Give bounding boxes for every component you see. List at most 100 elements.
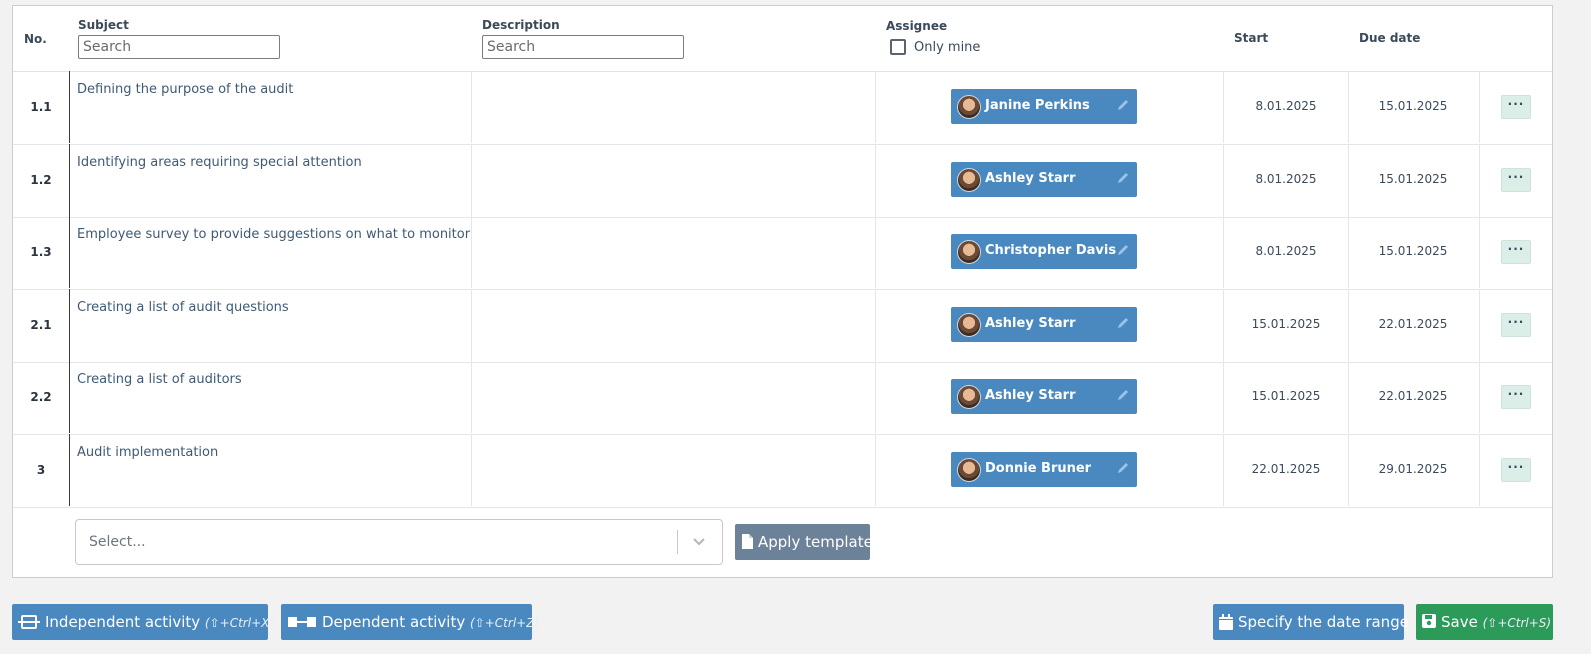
- row-due-date: 15.01.2025: [1378, 172, 1448, 186]
- row-subject[interactable]: Audit implementation: [77, 445, 218, 460]
- dependent-activity-label: Dependent activity: [322, 613, 466, 631]
- column-divider: [1223, 434, 1224, 506]
- dependent-activity-button[interactable]: Dependent activity (⇧+Ctrl+Z): [281, 604, 539, 640]
- row-due-date: 15.01.2025: [1378, 99, 1448, 113]
- table-row: 3 Audit implementation Donnie Bruner 22.01.…: [13, 434, 1552, 508]
- column-divider: [471, 361, 472, 433]
- column-start-header: Start: [1234, 31, 1269, 45]
- only-mine-checkbox[interactable]: [890, 39, 906, 55]
- row-subject[interactable]: Defining the purpose of the audit: [77, 82, 293, 97]
- column-divider: [1479, 216, 1480, 288]
- column-divider: [875, 216, 876, 288]
- column-subject-header: Subject: [78, 18, 129, 32]
- independent-activity-shortcut: (⇧+Ctrl+X): [204, 616, 275, 630]
- specify-date-range-button[interactable]: Specify the date range: [1213, 604, 1409, 640]
- column-divider: [1479, 289, 1480, 361]
- assignee-button[interactable]: Christopher Davis: [951, 234, 1137, 269]
- row-subject[interactable]: Creating a list of auditors: [77, 372, 242, 387]
- avatar: [957, 168, 981, 192]
- column-divider: [875, 289, 876, 361]
- specify-date-range-label: Specify the date range: [1238, 613, 1409, 631]
- save-button[interactable]: Save (⇧+Ctrl+S): [1416, 604, 1553, 640]
- row-start-date: 8.01.2025: [1255, 172, 1317, 186]
- file-icon: [742, 534, 753, 549]
- more-options-button[interactable]: ···: [1501, 168, 1531, 192]
- avatar: [957, 95, 981, 119]
- floppy-disk-icon: [1422, 614, 1436, 628]
- pencil-icon[interactable]: [1115, 387, 1131, 403]
- column-divider: [471, 216, 472, 288]
- table-row: 2.2 Creating a list of auditors Ashley Sta…: [13, 361, 1552, 435]
- apply-template-label: Apply template: [758, 533, 873, 551]
- assignee-button[interactable]: Ashley Starr: [951, 379, 1137, 414]
- column-divider: [1479, 144, 1480, 216]
- assignee-name: Donnie Bruner: [985, 461, 1092, 476]
- column-divider: [875, 71, 876, 143]
- pencil-icon[interactable]: [1115, 170, 1131, 186]
- table-row: 1.2 Identifying areas requiring special a…: [13, 144, 1552, 218]
- pencil-icon[interactable]: [1115, 460, 1131, 476]
- column-divider: [1223, 216, 1224, 288]
- more-options-button[interactable]: ···: [1501, 95, 1531, 119]
- assignee-name: Janine Perkins: [985, 98, 1090, 113]
- pencil-icon[interactable]: [1115, 97, 1131, 113]
- column-divider: [1348, 144, 1349, 216]
- column-divider: [875, 361, 876, 433]
- independent-activity-icon: [18, 615, 40, 629]
- row-subject[interactable]: Creating a list of audit questions: [77, 300, 289, 315]
- column-divider: [1223, 289, 1224, 361]
- table-row: 1.1 Defining the purpose of the audit Jani…: [13, 71, 1552, 145]
- apply-template-button[interactable]: Apply template: [735, 524, 873, 560]
- more-options-button[interactable]: ···: [1501, 458, 1531, 482]
- column-divider: [1348, 434, 1349, 506]
- table-row: 2.1 Creating a list of audit questions Ash…: [13, 289, 1552, 363]
- more-options-button[interactable]: ···: [1501, 313, 1531, 337]
- template-select-placeholder: Select...: [89, 534, 146, 550]
- pencil-icon[interactable]: [1115, 242, 1131, 258]
- avatar: [957, 240, 981, 264]
- description-search-input[interactable]: [482, 35, 684, 59]
- more-options-button[interactable]: ···: [1501, 240, 1531, 264]
- table-row: 1.3 Employee survey to provide suggestion…: [13, 216, 1552, 290]
- column-due-header: Due date: [1359, 31, 1421, 45]
- column-divider: [1348, 289, 1349, 361]
- select-separator: [677, 530, 678, 554]
- template-select[interactable]: Select...: [75, 519, 723, 565]
- subject-search-input[interactable]: [78, 35, 280, 59]
- column-divider: [471, 434, 472, 506]
- save-label: Save: [1441, 613, 1478, 631]
- assignee-button[interactable]: Ashley Starr: [951, 307, 1137, 342]
- assignee-button[interactable]: Janine Perkins: [951, 89, 1137, 124]
- avatar: [957, 458, 981, 482]
- column-divider: [1348, 71, 1349, 143]
- column-divider: [1479, 71, 1480, 143]
- row-subject[interactable]: Identifying areas requiring special atte…: [77, 155, 362, 170]
- only-mine-label: Only mine: [914, 40, 981, 55]
- pencil-icon[interactable]: [1115, 315, 1131, 331]
- row-due-date: 22.01.2025: [1378, 389, 1448, 403]
- independent-activity-label: Independent activity: [45, 613, 201, 631]
- save-shortcut: (⇧+Ctrl+S): [1482, 616, 1552, 630]
- row-start-date: 15.01.2025: [1251, 389, 1321, 403]
- column-divider: [1223, 361, 1224, 433]
- activities-table: No. Subject Description Assignee Only mi…: [12, 5, 1553, 578]
- chevron-down-icon[interactable]: [691, 533, 707, 549]
- assignee-button[interactable]: Donnie Bruner: [951, 452, 1137, 487]
- row-number: 1.3: [13, 216, 70, 288]
- column-divider: [471, 71, 472, 143]
- row-start-date: 8.01.2025: [1255, 244, 1317, 258]
- column-divider: [875, 144, 876, 216]
- row-number: 1.2: [13, 144, 70, 216]
- column-description-header: Description: [482, 18, 560, 32]
- column-divider: [1348, 361, 1349, 433]
- row-due-date: 22.01.2025: [1378, 317, 1448, 331]
- row-due-date: 15.01.2025: [1378, 244, 1448, 258]
- more-options-button[interactable]: ···: [1501, 385, 1531, 409]
- column-divider: [471, 144, 472, 216]
- dependent-activity-shortcut: (⇧+Ctrl+Z): [470, 616, 540, 630]
- independent-activity-button[interactable]: Independent activity (⇧+Ctrl+X): [12, 604, 274, 640]
- row-subject[interactable]: Employee survey to provide suggestions o…: [77, 227, 470, 242]
- column-divider: [1348, 216, 1349, 288]
- row-start-date: 22.01.2025: [1251, 462, 1321, 476]
- assignee-button[interactable]: Ashley Starr: [951, 162, 1137, 197]
